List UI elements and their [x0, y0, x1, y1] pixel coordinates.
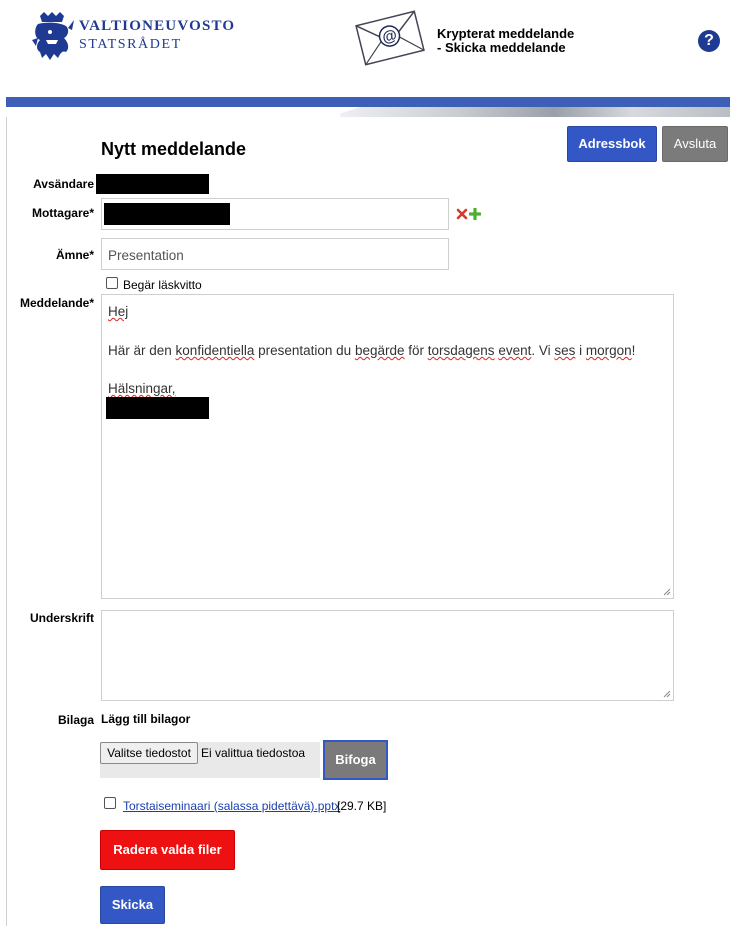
brand-name-swedish: STATSRÅDET: [79, 37, 182, 52]
signature-name-redacted: [106, 397, 209, 419]
brand-name-finnish: VALTIONEUVOSTO: [79, 18, 236, 34]
closing-text: Hälsningar,: [108, 381, 176, 396]
add-attachments-label: Lägg till bilagor: [101, 712, 191, 726]
lion-crest-icon: [32, 12, 74, 60]
add-recipient-icon[interactable]: [469, 208, 481, 220]
read-receipt-checkbox[interactable]: [106, 277, 118, 289]
attachment-label: Bilaga: [57, 713, 94, 727]
page-title-line2: - Skicka meddelande: [437, 40, 566, 55]
header-banner: [6, 97, 730, 107]
body-part: event: [498, 343, 532, 358]
message-label: Meddelande*: [19, 296, 94, 310]
body-part: !: [631, 343, 636, 358]
envelope-at-icon: @: [355, 10, 425, 66]
body-part: konfidentiella: [175, 343, 255, 358]
choose-files-button[interactable]: Valitse tiedostot: [100, 742, 198, 764]
body-part: begärde: [354, 343, 405, 358]
message-textarea[interactable]: Hej Här är den konfidentiella presentati…: [101, 294, 674, 599]
greeting-text: Hej: [108, 304, 129, 319]
no-file-chosen-text: Ei valittua tiedostoa: [201, 746, 306, 760]
body-part: torsdagens: [427, 343, 495, 358]
subject-label: Ämne*: [55, 248, 94, 262]
address-book-button[interactable]: Adressbok: [567, 126, 657, 162]
signature-label: Underskrift: [29, 611, 94, 625]
recipient-redacted: [104, 203, 230, 225]
delete-selected-files-button[interactable]: Radera valda filer: [100, 830, 235, 870]
body-part: presentation du: [254, 343, 355, 358]
recipient-label: Mottagare*: [31, 206, 94, 220]
send-button[interactable]: Skicka: [100, 886, 165, 924]
message-closing: Hälsningar,: [108, 381, 176, 396]
attachment-file-link[interactable]: Torstaiseminaari (salassa pidettävä).ppt…: [123, 799, 340, 813]
attachment-file-size: [29.7 KB]: [337, 799, 387, 813]
attachment-select-checkbox[interactable]: [104, 797, 116, 809]
form-heading: Nytt meddelande: [101, 139, 247, 159]
content-left-border: [6, 117, 7, 926]
body-part: för: [404, 343, 428, 358]
body-part: Här är den: [108, 343, 176, 358]
body-part: morgon: [585, 343, 632, 358]
sender-label: Avsändare: [33, 177, 94, 191]
attach-button[interactable]: Bifoga: [323, 740, 388, 780]
signature-textarea[interactable]: [101, 610, 674, 701]
banner-slant: [330, 107, 360, 117]
logout-button[interactable]: Avsluta: [662, 126, 728, 162]
subject-input[interactable]: Presentation: [101, 238, 449, 270]
sender-redacted: [96, 174, 209, 194]
body-part: . Vi: [531, 343, 555, 358]
resize-handle-icon[interactable]: [663, 588, 671, 596]
message-body: Här är den konfidentiella presentation d…: [108, 343, 635, 358]
remove-recipient-icon[interactable]: [456, 208, 468, 220]
help-icon[interactable]: ?: [698, 30, 720, 52]
resize-handle-icon[interactable]: [663, 690, 671, 698]
encrypted-mail-logo: @: [352, 6, 428, 70]
body-part: ses: [554, 343, 576, 358]
body-part: i: [575, 343, 586, 358]
banner-photo-strip: [340, 107, 730, 117]
page-title-line1: Krypterat meddelande: [437, 26, 575, 41]
message-greeting: Hej: [108, 304, 128, 319]
read-receipt-label: Begär läskvitto: [123, 278, 202, 292]
